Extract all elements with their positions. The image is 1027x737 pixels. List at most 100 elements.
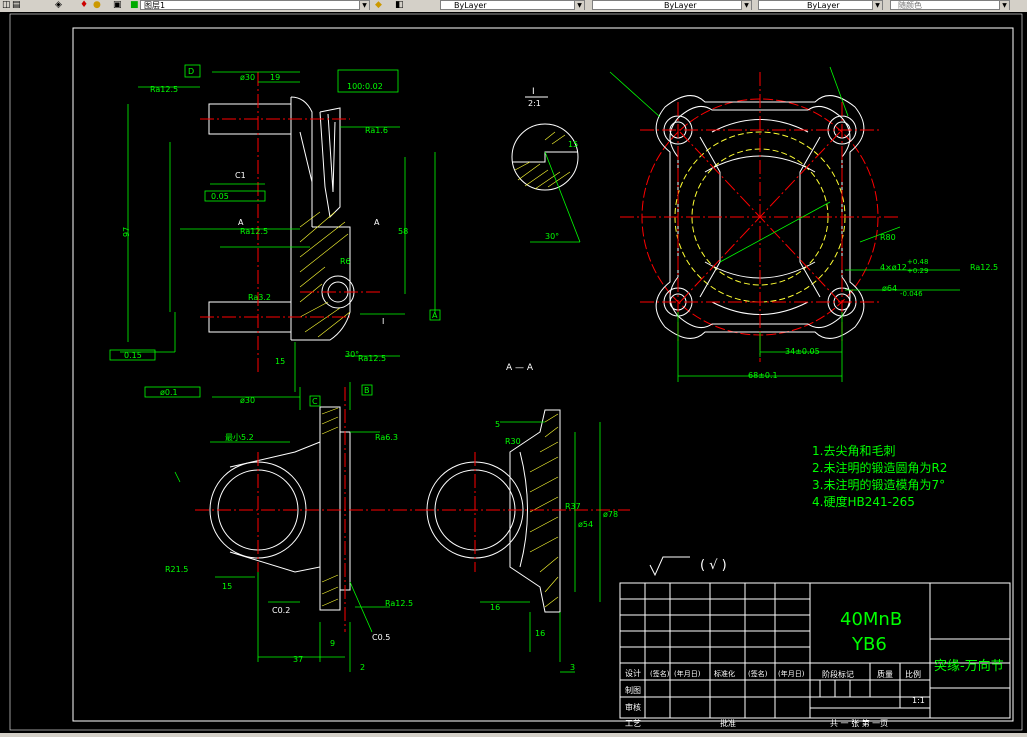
layer-previous-icon[interactable]: ◧ xyxy=(395,0,404,11)
chevron-down-icon[interactable]: ▼ xyxy=(999,1,1009,10)
layer-manager-icon[interactable]: ◫ xyxy=(2,0,11,11)
scale-value: 1:1 xyxy=(912,696,925,705)
svg-text:R21.5: R21.5 xyxy=(165,565,188,574)
svg-text:19: 19 xyxy=(270,73,280,82)
svg-text:B: B xyxy=(364,386,370,395)
svg-text:阶段标记: 阶段标记 xyxy=(822,669,854,679)
lightbulb-icon[interactable]: ♦ xyxy=(80,0,88,11)
svg-text:R37: R37 xyxy=(565,502,581,511)
svg-text:C: C xyxy=(312,397,318,406)
part-name: 突缘-万向节 xyxy=(934,658,1004,674)
svg-text:ø0.1: ø0.1 xyxy=(160,388,178,397)
layer-properties-icon[interactable]: ◈ xyxy=(55,0,62,11)
layer-color-icon: ■ xyxy=(130,0,139,10)
svg-text:-0.046: -0.046 xyxy=(900,290,923,298)
svg-text:(签名): (签名) xyxy=(748,669,768,678)
chevron-down-icon[interactable]: ▼ xyxy=(359,1,369,10)
svg-text:标准化: 标准化 xyxy=(714,669,735,678)
svg-text:A: A xyxy=(238,218,244,227)
svg-text:+0.48: +0.48 xyxy=(907,258,928,266)
svg-text:ø30: ø30 xyxy=(240,73,255,82)
svg-text:34±0.05: 34±0.05 xyxy=(785,347,820,356)
material-text: 40MnB xyxy=(840,609,902,630)
svg-text:ø54: ø54 xyxy=(578,520,593,529)
note-1: 1.去尖角和毛刺 xyxy=(812,444,895,458)
svg-text:37: 37 xyxy=(293,655,303,664)
lock-icon[interactable]: ▣ xyxy=(113,0,122,11)
svg-text:(年月日): (年月日) xyxy=(778,669,805,678)
svg-text:C1: C1 xyxy=(235,171,246,180)
chevron-down-icon[interactable]: ▼ xyxy=(872,1,882,10)
svg-text:(签名): (签名) xyxy=(650,669,670,678)
svg-text:工艺: 工艺 xyxy=(625,719,641,728)
svg-text:I: I xyxy=(532,87,535,97)
svg-text:Ra12.5: Ra12.5 xyxy=(385,599,413,608)
svg-text:Ra12.5: Ra12.5 xyxy=(150,85,178,94)
svg-text:R6: R6 xyxy=(340,257,351,266)
svg-text:4×ø12: 4×ø12 xyxy=(880,263,907,272)
svg-text:ø64: ø64 xyxy=(882,284,897,293)
hatch-front xyxy=(299,211,351,338)
layer-combo[interactable]: 图层1 ▼ xyxy=(140,0,370,10)
section-label: A — A xyxy=(506,363,534,373)
svg-text:C0.5: C0.5 xyxy=(372,633,390,642)
chevron-down-icon[interactable]: ▼ xyxy=(574,1,584,10)
general-roughness: ( √ ) xyxy=(649,556,727,577)
svg-text:15: 15 xyxy=(568,140,578,149)
svg-text:C0.2: C0.2 xyxy=(272,606,290,615)
svg-text:审核: 审核 xyxy=(625,702,641,712)
svg-text:30°: 30° xyxy=(545,232,559,241)
chevron-down-icon[interactable]: ▼ xyxy=(741,1,751,10)
sun-icon[interactable]: ● xyxy=(93,0,101,11)
side-centerlines xyxy=(195,387,420,632)
color-combo[interactable]: ByLayer ▼ xyxy=(440,0,585,10)
cad-drawing[interactable]: Ra12.5 Ra1.6 Ra12.5 Ra3.2 Ra12.5 ø30 19 … xyxy=(0,12,1027,733)
svg-text:批准: 批准 xyxy=(720,718,736,728)
svg-text:A: A xyxy=(432,311,438,320)
svg-text:Ra12.5: Ra12.5 xyxy=(240,227,268,236)
svg-text:ø78: ø78 xyxy=(603,510,618,519)
svg-text:68±0.1: 68±0.1 xyxy=(748,371,778,380)
svg-text:ø30: ø30 xyxy=(240,396,255,405)
svg-text:Ra6.3: Ra6.3 xyxy=(375,433,398,442)
front-labels: Ra12.5 Ra1.6 Ra12.5 Ra3.2 Ra12.5 ø30 19 … xyxy=(122,67,438,406)
layer-state-icon[interactable]: ▤ xyxy=(12,0,21,11)
svg-text:3: 3 xyxy=(570,663,575,672)
section-aa xyxy=(426,409,561,613)
svg-text:R80: R80 xyxy=(880,233,896,242)
svg-text:97: 97 xyxy=(122,227,131,237)
note-2: 2.未注明的锻造圆角为R2 xyxy=(812,460,947,475)
drawing-canvas[interactable]: Ra12.5 Ra1.6 Ra12.5 Ra3.2 Ra12.5 ø30 19 … xyxy=(0,12,1027,733)
svg-text:Ra12.5: Ra12.5 xyxy=(970,263,998,272)
section-centerlines xyxy=(420,452,630,572)
drawing-code: YB6 xyxy=(851,634,887,655)
front-section-view xyxy=(208,96,355,341)
side-dims xyxy=(174,431,390,672)
plan-view xyxy=(620,72,900,362)
plotstyle-combo[interactable]: 随颜色 ▼ xyxy=(890,0,1010,10)
svg-text:R30: R30 xyxy=(505,437,521,446)
svg-text:16: 16 xyxy=(490,603,500,612)
note-4: 4.硬度HB241-265 xyxy=(812,494,915,509)
lineweight-combo[interactable]: ByLayer ▼ xyxy=(758,0,883,10)
svg-text:58: 58 xyxy=(398,227,408,236)
svg-text:I: I xyxy=(382,317,384,326)
plan-labels: 34±0.05 68±0.1 R80 4×ø12 +0.48 +0.29 Ra1… xyxy=(748,233,998,380)
svg-text:Ra12.5: Ra12.5 xyxy=(358,354,386,363)
svg-text:A: A xyxy=(374,218,380,227)
status-strip xyxy=(0,733,1027,737)
plan-dims xyxy=(609,66,960,382)
gtol-frames-front xyxy=(109,64,441,407)
side-labels: 最小5.2 Ra6.3 15 R21.5 C0.2 C0.5 Ra12.5 37… xyxy=(165,433,413,672)
linetype-combo-value: ByLayer xyxy=(664,1,697,10)
make-current-icon[interactable]: ◆ xyxy=(375,0,382,11)
linetype-combo[interactable]: ByLayer ▼ xyxy=(592,0,752,10)
centerlines-front xyxy=(200,72,380,372)
svg-text:D: D xyxy=(188,67,194,76)
svg-text:30°: 30° xyxy=(345,350,359,359)
note-3: 3.未注明的锻造模角为7° xyxy=(812,477,945,492)
svg-text:Ra1.6: Ra1.6 xyxy=(365,126,388,135)
svg-text:比例: 比例 xyxy=(905,669,921,679)
section-labels: 5 R30 R37 ø54 ø78 16 16 3 xyxy=(490,420,618,672)
title-texts: 40MnB YB6 突缘-万向节 阶段标记 质量 比例 1:1 共 一 张 第 … xyxy=(625,609,1004,728)
